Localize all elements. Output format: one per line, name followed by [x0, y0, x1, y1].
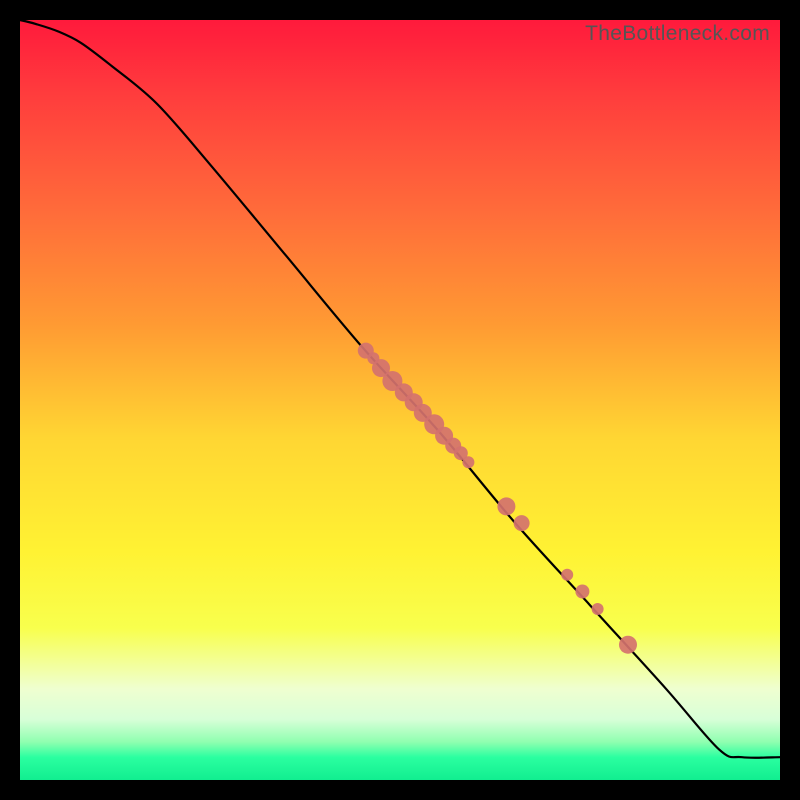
data-point-marker: [619, 636, 637, 654]
data-point-marker: [462, 456, 474, 468]
chart-frame: TheBottleneck.com: [0, 0, 800, 800]
data-point-marker: [497, 497, 515, 515]
scatter-markers: [358, 343, 637, 654]
data-point-marker: [575, 585, 589, 599]
data-point-marker: [514, 515, 530, 531]
plot-area: TheBottleneck.com: [20, 20, 780, 780]
chart-svg: [20, 20, 780, 780]
data-point-marker: [561, 569, 573, 581]
data-point-marker: [592, 603, 604, 615]
